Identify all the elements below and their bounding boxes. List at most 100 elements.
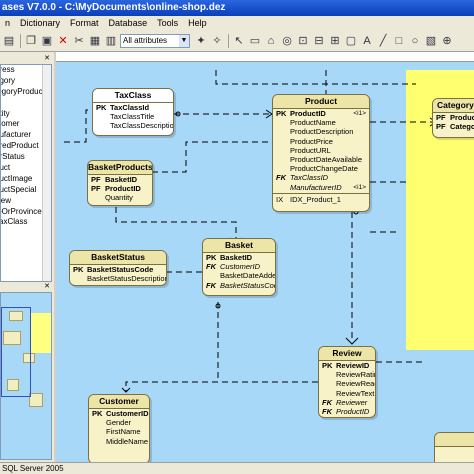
print-icon[interactable]: ▤ [2, 34, 16, 48]
relation-icon[interactable]: ⊡ [296, 34, 310, 48]
attribute-filter-value: All attributes [123, 36, 168, 45]
entity-attribute: PK CustomerID [89, 409, 149, 418]
pk-label: PK [92, 409, 103, 418]
entity-attribute: FirstName [106, 427, 141, 437]
menu-help[interactable]: Help [183, 18, 212, 28]
entity-title: Product [273, 95, 369, 109]
line-tool-icon[interactable]: ╱ [376, 34, 390, 48]
entity-attribute: PF Categor [433, 122, 474, 131]
menu-tools[interactable]: Tools [152, 18, 183, 28]
entity-customer[interactable]: Customer PK CustomerID Gender FirstName M… [88, 394, 150, 462]
attribute-name: TaxClassID [290, 173, 329, 183]
entity-basket[interactable]: Basket PK BasketID FK CustomerID BasketDat… [202, 238, 276, 296]
ellipse-tool-icon[interactable]: ○ [408, 34, 422, 48]
entity-attribute: BasketStatusDescription [87, 274, 167, 284]
entity-attribute: PK ProductID <i1> [273, 109, 369, 118]
entity-attribute: Gender [106, 418, 132, 428]
menu-file[interactable]: n [0, 18, 15, 28]
entity-title: CategoryPr [433, 99, 474, 113]
menu-dictionary[interactable]: Dictionary [15, 18, 65, 28]
relation2-icon[interactable]: ⊟ [312, 34, 326, 48]
index-tag: <i1> [353, 110, 366, 117]
entity-taxclass[interactable]: TaxClass PK TaxClassId TaxClassTitle TaxC… [92, 88, 174, 136]
attribute-name: BasketStatusCode [87, 265, 154, 274]
zoom-tool-icon[interactable]: ⊕ [440, 34, 454, 48]
entity-title: Customer [89, 395, 149, 409]
entity-attribute: ManufacturerID <i1> [273, 183, 369, 192]
entity-attribute: ReviewReads [336, 379, 375, 389]
view-tool-icon[interactable]: ⌂ [264, 34, 278, 48]
ix-label: IX [276, 194, 284, 204]
entity-attribute: ReviewText [336, 388, 375, 398]
entity-product[interactable]: Product PK ProductID <i1> ProductName Prod… [272, 94, 370, 212]
diagram-canvas[interactable]: TaxClass PK TaxClassId TaxClassTitle TaxC… [56, 62, 474, 462]
table-tool-icon[interactable]: ▭ [248, 34, 262, 48]
entity-review[interactable]: Review PKReviewID ReviewRating ReviewRea… [318, 346, 376, 418]
pk-label: PK [276, 109, 287, 118]
status-bar: SQL Server 2005 [0, 462, 474, 474]
index-name: IDX_Product_1 [290, 194, 341, 204]
entity-divider [273, 192, 369, 194]
toolbar-separator [20, 34, 21, 48]
cut-icon[interactable]: ✂ [72, 34, 86, 48]
entity-attribute: BasketDateAdded [220, 271, 276, 281]
delete-icon[interactable]: ✕ [56, 34, 70, 48]
entity-attribute: PK TaxClassId [93, 103, 173, 112]
text-tool-icon[interactable]: A [360, 34, 374, 48]
entity-attribute: PF BasketID [88, 175, 152, 184]
entity-basketstatus[interactable]: BasketStatus PK BasketStatusCode BasketSt… [69, 250, 167, 286]
relation3-icon[interactable]: ⊞ [328, 34, 342, 48]
entity-attribute: PK ReviewID [319, 361, 375, 370]
pointer-icon[interactable]: ↖ [232, 34, 246, 48]
pk-label: PK [206, 253, 217, 262]
attribute-name: CustomerID [106, 409, 149, 418]
grid-icon[interactable]: ▥ [104, 34, 118, 48]
entity-partial[interactable] [434, 432, 474, 462]
index-tag: <i1> [353, 183, 366, 191]
pf-label: PF [91, 184, 101, 194]
entity-icon[interactable]: ▦ [88, 34, 102, 48]
object-tree[interactable]: dress egory tegoryProduct ntity stomer n… [0, 64, 52, 282]
overview-viewport[interactable] [1, 307, 31, 397]
entity-attribute: ProductDateAvailable [290, 154, 362, 164]
menu-database[interactable]: Database [104, 18, 153, 28]
note-icon[interactable]: ▢ [344, 34, 358, 48]
entity-attribute: ReviewRating [336, 370, 375, 380]
close-icon[interactable]: ✕ [42, 282, 52, 291]
paste-icon[interactable]: ▣ [40, 34, 54, 48]
pk-label: PK [73, 265, 84, 274]
close-icon[interactable]: ✕ [42, 54, 52, 63]
entity-attribute: ProductChangeDate [290, 164, 358, 174]
attribute-name: ProductID [336, 406, 370, 416]
attribute-filter-select[interactable]: All attributes ▼ [120, 34, 190, 48]
image-tool-icon[interactable]: ▧ [424, 34, 438, 48]
rect-tool-icon[interactable]: □ [392, 34, 406, 48]
attribute-name: TaxClassId [110, 103, 150, 112]
menu-bar: n Dictionary Format Database Tools Help [0, 16, 474, 30]
wand-icon[interactable]: ✦ [194, 34, 208, 48]
diagram-overview[interactable] [0, 292, 52, 460]
wand2-icon[interactable]: ✧ [210, 34, 224, 48]
entity-title [435, 433, 474, 447]
entity-attribute: MiddleName [106, 436, 149, 446]
entity-attribute: PF Product [433, 113, 474, 122]
copy-icon[interactable]: ❐ [24, 34, 38, 48]
attribute-name: Product [450, 113, 474, 122]
entity-categoryproduct[interactable]: CategoryPr PF Product PF Categor [432, 98, 474, 138]
toolbar: ▤ ❐ ▣ ✕ ✂ ▦ ▥ All attributes ▼ ✦ ✧ ↖ ▭ ⌂… [0, 30, 474, 52]
entity-attribute: PK BasketID [203, 253, 275, 262]
entity-basketproducts[interactable]: BasketProducts PF BasketID PF ProductID Qu… [87, 160, 153, 206]
tree-scrollbar[interactable] [42, 65, 51, 281]
menu-format[interactable]: Format [65, 18, 104, 28]
attribute-name: BasketID [220, 253, 253, 262]
pk-label: PK [322, 361, 333, 370]
entity-attribute: ProductDescription [290, 127, 354, 137]
cylinder-icon[interactable]: ◎ [280, 34, 294, 48]
entity-title: BasketProducts [88, 161, 152, 175]
fk-label: FK [322, 406, 332, 416]
chevron-down-icon: ▼ [179, 35, 189, 47]
fk-label: FK [276, 173, 286, 183]
attribute-name: ProductID [290, 109, 326, 118]
pk-label: PK [96, 103, 107, 112]
horizontal-ruler [56, 52, 474, 62]
